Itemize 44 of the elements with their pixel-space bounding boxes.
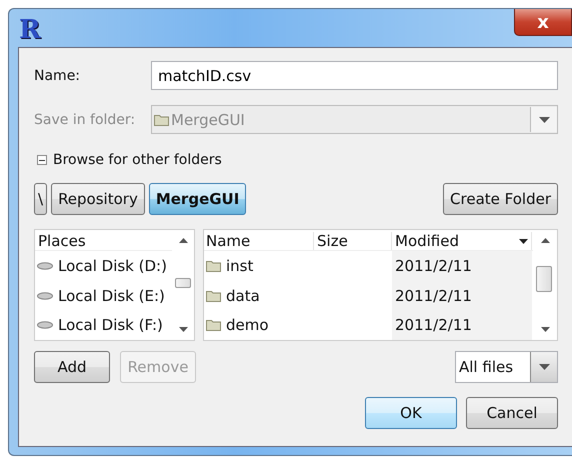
name-label: Name: [34, 68, 82, 84]
scrollbar-thumb[interactable] [175, 278, 191, 288]
scroll-down-icon[interactable] [178, 327, 188, 332]
path-button[interactable]: MergeGUI [148, 183, 246, 215]
dropdown-arrow-icon[interactable] [538, 116, 550, 122]
scrollbar-thumb[interactable] [536, 266, 552, 292]
file-type-dropdown[interactable]: All files [455, 351, 558, 383]
disk-icon [37, 292, 53, 300]
folder-icon [206, 319, 221, 332]
file-name-cell[interactable]: data [204, 286, 314, 305]
file-name-cell[interactable]: demo [204, 316, 314, 334]
modified-cell: 2011/2/11 [392, 251, 532, 281]
app-logo: R [19, 15, 41, 45]
path-button[interactable]: \ [34, 183, 48, 215]
ok-button[interactable]: OK [365, 397, 457, 429]
place-item[interactable]: Local Disk (D:) [35, 251, 172, 281]
disk-icon [37, 262, 53, 270]
file-name-cell[interactable]: inst [204, 257, 314, 276]
modified-cell: 2011/2/11 [392, 280, 532, 310]
place-item[interactable]: Local Disk (E:) [35, 280, 172, 310]
name-field[interactable]: matchID.csv [151, 61, 558, 90]
place-item[interactable]: Local Disk (F:) [35, 310, 172, 340]
folder-icon [206, 290, 221, 302]
sort-arrow-icon [519, 238, 528, 244]
folder-icon [154, 114, 169, 126]
disk-icon [37, 321, 53, 330]
column-header[interactable]: Name [204, 232, 314, 250]
folder-label: Save in folder: [34, 112, 136, 128]
scroll-down-icon[interactable] [540, 327, 550, 332]
close-button[interactable]: x [514, 9, 572, 36]
create-folder-button[interactable]: Create Folder [443, 183, 558, 215]
folder-icon [206, 260, 221, 272]
scroll-up-icon[interactable] [178, 238, 188, 243]
browse-label[interactable]: Browse for other folders [53, 152, 222, 168]
column-header[interactable]: Size [314, 232, 392, 250]
dropdown-arrow-icon[interactable] [538, 364, 550, 370]
modified-cell: 2011/2/11 [392, 310, 532, 340]
cancel-button[interactable]: Cancel [466, 397, 558, 429]
scroll-up-icon[interactable] [540, 238, 550, 243]
add-button[interactable]: Add [34, 351, 110, 383]
column-header[interactable]: Modified [392, 232, 532, 250]
column-header[interactable]: Places [35, 232, 172, 250]
collapse-icon[interactable] [37, 155, 47, 165]
path-button[interactable]: Repository [51, 183, 145, 215]
